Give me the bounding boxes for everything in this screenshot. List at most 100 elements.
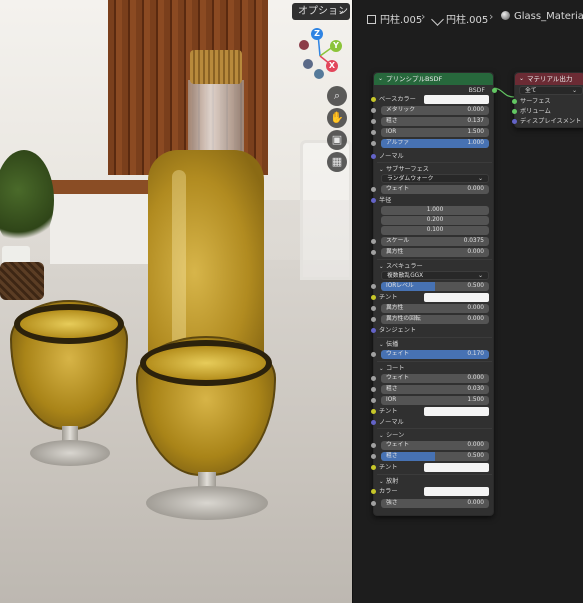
gizmo-z-axis[interactable]: Z: [311, 28, 323, 40]
base-color-swatch[interactable]: [424, 95, 489, 104]
volume-label: ボリューム: [520, 108, 551, 115]
specular-distribution-dropdown[interactable]: 複数散乱GGX ⌄: [381, 271, 489, 280]
subsurface-weight-field[interactable]: ウェイト 0.000: [381, 185, 489, 194]
options-dropdown[interactable]: オプション ⌄: [292, 3, 350, 20]
bsdf-output-socket[interactable]: [492, 88, 497, 93]
transmission-panel-toggle[interactable]: ⌄ 伝播: [379, 339, 398, 348]
specular-panel-toggle[interactable]: ⌄ スペキュラー: [379, 261, 423, 270]
material-output-node[interactable]: ⌄ マテリアル出力 全て ⌄ サーフェス ボリューム ディスプレイスメント: [512, 72, 583, 128]
coat-weight-field[interactable]: ウェイト 0.000: [381, 374, 489, 383]
alpha-field[interactable]: アルファ 1.000: [381, 139, 489, 148]
emission-color-label: カラー: [379, 488, 398, 495]
bsdf-output-label: BSDF: [468, 87, 485, 94]
sheen-tint-socket[interactable]: [371, 465, 376, 470]
ior-level-socket[interactable]: [371, 284, 376, 289]
tangent-label: タンジェント: [379, 327, 417, 334]
coat-roughness-socket[interactable]: [371, 387, 376, 392]
ior-field[interactable]: IOR 1.500: [381, 128, 489, 137]
field-value: 1.000: [467, 140, 484, 146]
coat-panel-toggle[interactable]: ⌄ コート: [379, 363, 405, 372]
surface-socket[interactable]: [512, 99, 517, 104]
subsurface-panel-toggle[interactable]: ⌄ サブサーフェス: [379, 164, 429, 173]
roughness-socket[interactable]: [371, 119, 376, 124]
field-label: アルファ: [386, 140, 410, 146]
specular-tint-swatch[interactable]: [424, 293, 489, 302]
chevron-down-icon: ⌄: [478, 273, 483, 279]
field-label: スケール: [386, 238, 410, 244]
coat-roughness-field[interactable]: 粗さ 0.030: [381, 385, 489, 394]
subsurface-weight-socket[interactable]: [371, 187, 376, 192]
transmission-weight-socket[interactable]: [371, 352, 376, 357]
gizmo-x-axis[interactable]: X: [326, 60, 338, 72]
subsurface-anisotropy-field[interactable]: 異方性 0.000: [381, 248, 489, 257]
sheen-weight-socket[interactable]: [371, 443, 376, 448]
glass-rim: [14, 304, 124, 344]
emission-panel-toggle[interactable]: ⌄ 放射: [379, 476, 398, 485]
transmission-weight-field[interactable]: ウェイト 0.170: [381, 350, 489, 359]
navigation-gizmo[interactable]: Z Y X: [294, 26, 346, 82]
volume-socket[interactable]: [512, 109, 517, 114]
coat-normal-socket[interactable]: [371, 420, 376, 425]
alpha-socket[interactable]: [371, 141, 376, 146]
ior-level-field[interactable]: IORレベル 0.500: [381, 282, 489, 291]
scale-socket[interactable]: [371, 239, 376, 244]
coat-tint-swatch[interactable]: [424, 407, 489, 416]
coat-tint-socket[interactable]: [371, 409, 376, 414]
zoom-icon[interactable]: ⌕: [327, 86, 347, 106]
metallic-socket[interactable]: [371, 108, 376, 113]
sheen-tint-label: チント: [379, 464, 398, 471]
emission-strength-socket[interactable]: [371, 501, 376, 506]
field-value: 0.0375: [463, 238, 484, 244]
radius-z-field[interactable]: 0.100: [381, 226, 489, 235]
output-target-dropdown[interactable]: 全て ⌄: [519, 86, 583, 95]
chevron-down-icon: ⌄: [478, 176, 483, 182]
radius-socket[interactable]: [371, 198, 376, 203]
3d-viewport[interactable]: オプション ⌄ Z Y X ⌕ ✋ ▣ ▦: [0, 0, 352, 603]
specular-tint-socket[interactable]: [371, 295, 376, 300]
radius-y-field[interactable]: 0.200: [381, 216, 489, 225]
subsurface-anisotropy-socket[interactable]: [371, 250, 376, 255]
subsurface-method-dropdown[interactable]: ランダムウォーク ⌄: [381, 174, 489, 183]
sheen-roughness-socket[interactable]: [371, 454, 376, 459]
anisotropic-field[interactable]: 異方性 0.000: [381, 304, 489, 313]
node-header[interactable]: ⌄ マテリアル出力: [515, 73, 583, 85]
normal-socket[interactable]: [371, 154, 376, 159]
hand-icon[interactable]: ✋: [327, 108, 347, 128]
ior-socket[interactable]: [371, 130, 376, 135]
subsurface-scale-field[interactable]: スケール 0.0375: [381, 237, 489, 246]
roughness-field[interactable]: 粗さ 0.137: [381, 117, 489, 126]
emission-strength-field[interactable]: 強さ 0.000: [381, 499, 489, 508]
sheen-tint-swatch[interactable]: [424, 463, 489, 472]
glass-right[interactable]: [136, 336, 278, 526]
grid-icon[interactable]: ▦: [327, 152, 347, 172]
glass-left[interactable]: [10, 300, 130, 470]
glass-rim: [140, 340, 272, 386]
glass-foot: [30, 440, 110, 466]
anisotropic-rotation-field[interactable]: 異方性の回転 0.000: [381, 315, 489, 324]
anisotropic-socket[interactable]: [371, 306, 376, 311]
principled-bsdf-node[interactable]: ⌄ プリンシプルBSDF BSDF ベースカラー メタリック 0.000 粗さ 0.…: [371, 72, 497, 516]
coat-weight-socket[interactable]: [371, 376, 376, 381]
tangent-socket[interactable]: [371, 328, 376, 333]
metallic-field[interactable]: メタリック 0.000: [381, 106, 489, 115]
sheen-roughness-field[interactable]: 粗さ 0.500: [381, 452, 489, 461]
sheen-panel-toggle[interactable]: ⌄ シーン: [379, 430, 404, 439]
gizmo-y-axis[interactable]: Y: [330, 40, 342, 52]
section-title: サブサーフェス: [386, 166, 429, 173]
emission-color-swatch[interactable]: [424, 487, 489, 496]
coat-ior-field[interactable]: IOR 1.500: [381, 396, 489, 405]
anisotropic-rotation-socket[interactable]: [371, 317, 376, 322]
shader-node-editor[interactable]: 円柱.005 › 円柱.005 › Glass_Material.0… ⌄ プリ…: [352, 0, 583, 603]
displacement-socket[interactable]: [512, 119, 517, 124]
surface-label: サーフェス: [520, 98, 551, 105]
chevron-down-icon: ⌄: [379, 342, 384, 348]
base-color-socket[interactable]: [371, 97, 376, 102]
sheen-weight-field[interactable]: ウェイト 0.000: [381, 441, 489, 450]
radius-x-field[interactable]: 1.000: [381, 206, 489, 215]
coat-normal-label: ノーマル: [379, 419, 404, 426]
emission-color-socket[interactable]: [371, 489, 376, 494]
node-header[interactable]: ⌄ プリンシプルBSDF: [374, 73, 493, 85]
coat-ior-socket[interactable]: [371, 398, 376, 403]
field-label: 異方性: [386, 249, 404, 255]
camera-icon[interactable]: ▣: [327, 130, 347, 150]
